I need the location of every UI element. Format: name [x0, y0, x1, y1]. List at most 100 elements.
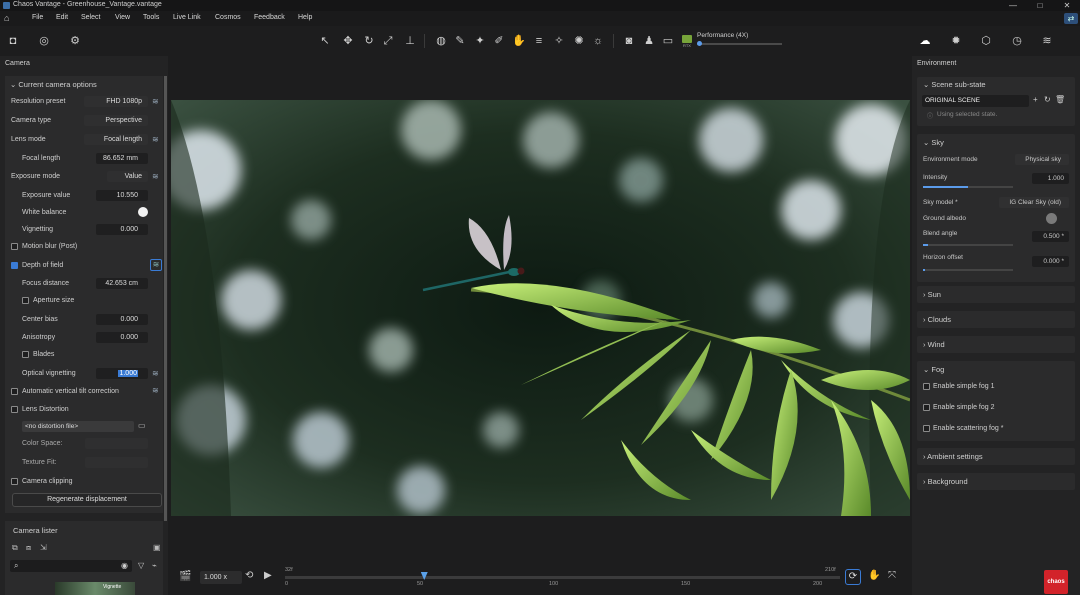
sun-section[interactable]: › Sun [917, 286, 1075, 303]
fx-tab-icon[interactable]: ≋ [1040, 34, 1054, 48]
simple-fog-1-checkbox[interactable] [923, 383, 930, 390]
lights-tab-icon[interactable]: ✹ [949, 34, 963, 48]
scale-tool-icon[interactable]: ⤢ [381, 34, 395, 48]
material-tool-icon[interactable]: ◍ [434, 34, 448, 48]
export-camera-icon[interactable]: ⇲ [40, 543, 47, 552]
snapshot-icon[interactable]: ◙ [622, 34, 636, 48]
menu-help[interactable]: Help [298, 14, 312, 21]
box-tab-icon[interactable]: ⬡ [979, 34, 993, 48]
menu-feedback[interactable]: Feedback [254, 14, 285, 21]
current-camera-header[interactable]: ⌄ Current camera options [10, 80, 97, 89]
pan-hand-icon[interactable]: ✋ [868, 570, 880, 581]
lens-distortion-checkbox[interactable] [11, 406, 18, 413]
clock-tab-icon[interactable]: ◷ [1010, 34, 1024, 48]
menu-tools[interactable]: Tools [143, 14, 159, 21]
dof-settings-icon[interactable]: ≋ [150, 259, 162, 271]
aperture-size-checkbox[interactable] [22, 297, 29, 304]
playback-speed-dropdown[interactable]: 1.000 x [200, 571, 242, 584]
select-tool-icon[interactable]: ↖ [318, 34, 332, 48]
sky-model-dropdown[interactable]: IG Clear Sky (old) [999, 197, 1069, 208]
list-tool-icon[interactable]: ≡ [532, 34, 546, 48]
simple-fog-2-checkbox[interactable] [923, 404, 930, 411]
ambient-settings-header[interactable]: › Ambient settings [923, 452, 983, 461]
materials-tab-icon[interactable]: ⚙ [68, 34, 82, 48]
settings-icon[interactable]: ≋ [152, 172, 159, 181]
rotate-tool-icon[interactable]: ↻ [362, 34, 376, 48]
performance-slider-handle[interactable] [697, 41, 702, 46]
paint-tool-icon[interactable]: ✐ [492, 34, 506, 48]
blend-angle-slider[interactable] [923, 244, 1013, 246]
auto-tilt-checkbox[interactable] [11, 388, 18, 395]
minimize-button[interactable]: — [1000, 0, 1026, 11]
monitor-icon[interactable]: ▭ [661, 34, 675, 48]
clouds-header[interactable]: › Clouds [923, 315, 951, 324]
horizon-offset-input[interactable]: 0.000 * [1032, 256, 1069, 267]
depth-of-field-checkbox[interactable] [11, 262, 18, 269]
sort-icon[interactable]: ⌁ [152, 561, 157, 570]
move-tool-icon[interactable]: ✥ [341, 34, 355, 48]
regenerate-displacement-button[interactable]: Regenerate displacement [12, 493, 162, 507]
blades-checkbox[interactable] [22, 351, 29, 358]
gizmo-icon[interactable]: ⊥ [403, 34, 417, 48]
ground-albedo-swatch[interactable] [1046, 213, 1057, 224]
sky-header[interactable]: ⌄ Sky [923, 138, 944, 147]
maximize-button[interactable]: □ [1027, 0, 1053, 11]
walk-icon[interactable]: ♟ [642, 34, 656, 48]
environment-mode-dropdown[interactable]: Physical sky [1015, 154, 1069, 165]
close-button[interactable]: ✕ [1054, 0, 1080, 11]
add-icon[interactable]: + [1033, 95, 1038, 104]
scene-substate-dropdown[interactable]: ORIGINAL SCENE [922, 95, 1029, 107]
play-icon[interactable]: ▶ [264, 570, 272, 581]
clouds-section[interactable]: › Clouds [917, 311, 1075, 328]
menu-file[interactable]: File [32, 14, 43, 21]
menu-edit[interactable]: Edit [56, 14, 68, 21]
environment-tab-icon[interactable]: ☁ [918, 34, 932, 48]
render-viewport[interactable] [171, 100, 910, 516]
texture-fit-dropdown[interactable] [85, 457, 148, 468]
motion-blur-checkbox[interactable] [11, 243, 18, 250]
sun-header[interactable]: › Sun [923, 290, 941, 299]
camera-tab-icon[interactable]: ◘ [6, 34, 20, 48]
camera-clipping-checkbox[interactable] [11, 478, 18, 485]
filter-icon[interactable]: ▽ [138, 561, 144, 570]
fit-view-icon[interactable]: ⤧ [888, 570, 896, 581]
blend-angle-input[interactable]: 0.500 * [1032, 231, 1069, 242]
camera-search-input[interactable] [10, 560, 132, 572]
scene-substate-header[interactable]: ⌄ Scene sub-state [923, 80, 986, 89]
background-header[interactable]: › Background [923, 477, 968, 486]
sparkle-tool-icon[interactable]: ✧ [552, 34, 566, 48]
white-balance-swatch[interactable] [138, 207, 148, 217]
add-camera-icon[interactable]: ⧉ [12, 543, 18, 553]
intensity-input[interactable]: 1.000 [1032, 173, 1069, 184]
home-icon[interactable]: ⌂ [4, 13, 14, 23]
clapper-icon[interactable]: 🎬 [179, 571, 191, 582]
settings-icon[interactable]: ≋ [152, 386, 159, 395]
settings-icon[interactable]: ≋ [152, 97, 159, 106]
color-space-dropdown[interactable] [85, 438, 148, 449]
folder-add-icon[interactable]: ▣ [153, 543, 161, 552]
ambient-settings-section[interactable]: › Ambient settings [917, 448, 1075, 465]
wind-section[interactable]: › Wind [917, 336, 1075, 353]
wind-header[interactable]: › Wind [923, 340, 945, 349]
menu-view[interactable]: View [115, 14, 130, 21]
folder-icon[interactable]: ▭ [138, 421, 146, 430]
sun-tool-icon[interactable]: ☼ [591, 34, 605, 48]
menu-select[interactable]: Select [81, 14, 100, 21]
settings-icon[interactable]: ≋ [152, 369, 159, 378]
menu-live-link[interactable]: Live Link [173, 14, 201, 21]
distortion-file-field[interactable]: <no distortion file> [22, 421, 134, 432]
scrollbar[interactable] [164, 76, 167, 521]
settings-icon[interactable]: ≋ [152, 135, 159, 144]
refresh-icon[interactable]: ↻ [1044, 95, 1051, 104]
objects-tab-icon[interactable]: ◎ [37, 34, 51, 48]
pin-tool-icon[interactable]: ✦ [473, 34, 487, 48]
horizon-offset-slider[interactable] [923, 269, 1013, 271]
loop-icon[interactable]: ⟲ [245, 570, 253, 581]
menu-cosmos[interactable]: Cosmos [215, 14, 241, 21]
live-link-icon[interactable]: ⇄ [1064, 13, 1078, 24]
camera-thumbnail[interactable]: Vignette [55, 582, 135, 595]
delete-icon[interactable]: 🗑 [1055, 95, 1065, 104]
hand-tool-icon[interactable]: ✋ [512, 34, 526, 48]
intensity-slider[interactable] [923, 186, 1013, 188]
light-tool-icon[interactable]: ✺ [572, 34, 586, 48]
